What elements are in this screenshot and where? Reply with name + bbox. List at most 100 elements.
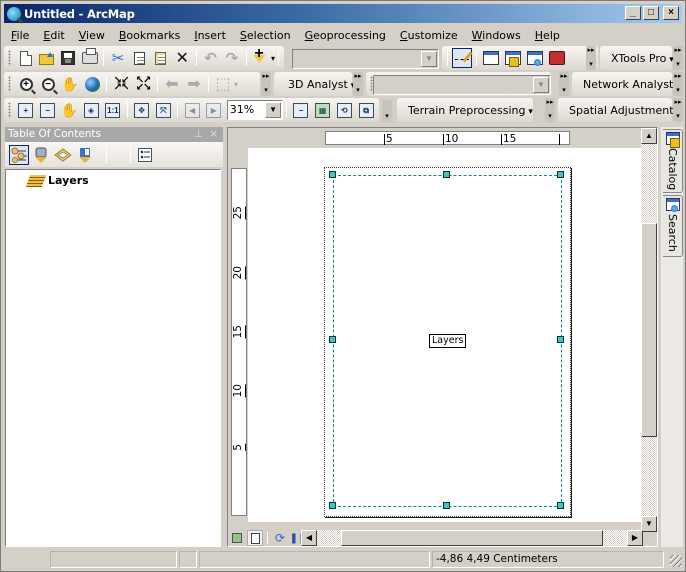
toolbar-overflow-chevron[interactable]: ▸▸ ▾ <box>261 72 271 96</box>
vertical-scrollbar[interactable]: ▲ ▼ <box>641 128 657 532</box>
close-button[interactable]: × <box>663 6 679 20</box>
menu-geoprocessing[interactable]: Geoprocessing <box>298 29 393 42</box>
fixed-zoom-in-layout-icon[interactable]: ✥ <box>132 100 152 120</box>
layers-data-frame-item[interactable]: Layers <box>25 174 89 187</box>
xtools-pro-menu[interactable]: XTools Pro <box>608 52 677 65</box>
resize-handle-e[interactable] <box>557 336 564 343</box>
resize-handle-w[interactable] <box>329 336 336 343</box>
menu-edit[interactable]: Edit <box>36 29 71 42</box>
toolbar-overflow-chevron[interactable]: ▸▸ ▾ <box>673 46 683 70</box>
vertical-scroll-thumb[interactable] <box>641 223 657 437</box>
toolbar-overflow-chevron[interactable]: ▸▸ ▾ <box>586 46 596 70</box>
pan-hand-icon[interactable]: ✋ <box>60 74 80 94</box>
arctoolbox-icon[interactable] <box>547 48 567 68</box>
pin-icon[interactable]: ⊥ <box>194 127 203 142</box>
close-icon[interactable]: × <box>209 127 218 142</box>
catalog-window-icon[interactable] <box>503 48 523 68</box>
network-analyst-menu[interactable]: Network Analyst <box>580 78 684 91</box>
scroll-right-button[interactable]: ▶ <box>627 530 643 546</box>
toolbar-grip[interactable] <box>8 50 11 66</box>
previous-extent-icon[interactable]: ◀ <box>182 100 202 120</box>
minimize-button[interactable]: _ <box>625 6 641 20</box>
add-data-icon[interactable] <box>251 45 270 68</box>
chevron-down-icon[interactable]: ▼ <box>421 51 437 67</box>
data-frame[interactable]: Layers <box>324 167 571 517</box>
horizontal-scrollbar[interactable]: ◀ ▶ <box>301 530 643 546</box>
paste-icon[interactable] <box>151 48 170 68</box>
list-by-visibility-icon[interactable] <box>53 145 73 165</box>
3d-analyst-menu[interactable]: 3D Analyst <box>276 78 358 91</box>
forward-arrow-icon[interactable]: ➡ <box>184 74 204 94</box>
toolbar-overflow-chevron[interactable]: ▸▸ ▾ <box>353 72 363 96</box>
resize-handle-ne[interactable] <box>557 171 564 178</box>
layout-pan-icon[interactable]: ✋ <box>59 100 79 120</box>
print-icon[interactable] <box>80 48 99 68</box>
change-layout-icon[interactable]: ⟲ <box>335 100 355 120</box>
data-view-button[interactable] <box>229 530 245 546</box>
catalog-tab[interactable]: Catalog <box>663 129 683 193</box>
new-document-icon[interactable] <box>16 48 35 68</box>
toolbar-overflow-chevron[interactable]: ▾ <box>382 100 392 122</box>
horizontal-scroll-thumb[interactable] <box>341 530 603 546</box>
add-data-dropdown-arrow[interactable]: ▾ <box>271 54 275 63</box>
list-by-selection-icon[interactable] <box>75 145 95 165</box>
menu-windows[interactable]: Windows <box>465 29 528 42</box>
fixed-zoom-out-layout-icon[interactable]: ⤧ <box>153 100 173 120</box>
map-scale-combo[interactable]: ▼ <box>292 49 439 69</box>
zoom-in-icon[interactable]: + <box>16 74 36 94</box>
menu-insert[interactable]: Insert <box>187 29 233 42</box>
layout-page[interactable]: Layers <box>248 148 642 522</box>
toolbar-overflow-chevron[interactable]: ▸▸ ▾ <box>673 72 683 96</box>
toolbar-grip[interactable] <box>8 102 11 118</box>
scroll-left-button[interactable]: ◀ <box>301 530 317 546</box>
select-dropdown-arrow[interactable]: ▾ <box>234 80 238 89</box>
list-by-source-icon[interactable] <box>31 145 51 165</box>
scroll-down-button[interactable]: ▼ <box>641 516 657 532</box>
menu-bookmarks[interactable]: Bookmarks <box>112 29 187 42</box>
resize-handle-s[interactable] <box>443 502 450 509</box>
toggle-draft-mode-icon[interactable]: − <box>291 100 311 120</box>
toolbar-overflow-chevron[interactable]: ▸▸ ▾ <box>559 72 569 96</box>
toc-options-icon[interactable] <box>135 145 155 165</box>
maximize-button[interactable]: □ <box>643 6 659 20</box>
resize-handle-nw[interactable] <box>329 171 336 178</box>
save-icon[interactable] <box>59 48 78 68</box>
layout-zoom-in-icon[interactable]: + <box>16 100 36 120</box>
chevron-down-icon[interactable]: ▼ <box>265 102 282 118</box>
menu-help[interactable]: Help <box>528 29 567 42</box>
layout-view-button[interactable] <box>247 530 263 546</box>
delete-icon[interactable]: ✕ <box>173 48 192 68</box>
toolbar-grip[interactable] <box>8 76 11 92</box>
menu-file[interactable]: File <box>4 29 36 42</box>
spatial-adjustment-menu[interactable]: Spatial Adjustment <box>566 104 684 117</box>
select-features-icon[interactable]: ⬚ <box>213 74 233 94</box>
scroll-up-button[interactable]: ▲ <box>641 128 657 144</box>
open-folder-icon[interactable] <box>37 48 56 68</box>
menu-selection[interactable]: Selection <box>233 29 298 42</box>
zoom-100-percent-icon[interactable]: 1:1 <box>103 100 123 120</box>
terrain-preprocessing-menu[interactable]: Terrain Preprocessing <box>405 104 536 117</box>
back-arrow-icon[interactable]: ⬅ <box>162 74 182 94</box>
fixed-zoom-out-icon[interactable]: ↖↗ ↙↘ <box>133 74 153 94</box>
zoom-out-icon[interactable]: − <box>38 74 58 94</box>
next-extent-icon[interactable]: ▶ <box>204 100 224 120</box>
toolbar-overflow-chevron[interactable]: ▸▸ ▾ <box>673 98 683 122</box>
full-extent-globe-icon[interactable] <box>82 74 102 94</box>
cut-icon[interactable]: ✂ <box>108 48 127 68</box>
data-driven-pages-icon[interactable]: ⧉ <box>356 100 376 120</box>
table-of-contents-window-icon[interactable] <box>481 48 501 68</box>
3d-analyst-layer-combo[interactable]: ▼ <box>373 75 551 95</box>
resize-grip[interactable] <box>670 555 682 567</box>
menu-view[interactable]: View <box>72 29 112 42</box>
chevron-down-icon[interactable]: ▼ <box>533 77 549 93</box>
menu-customize[interactable]: Customize <box>393 29 465 42</box>
copy-icon[interactable] <box>130 48 149 68</box>
resize-handle-n[interactable] <box>443 171 450 178</box>
layout-zoom-out-icon[interactable]: − <box>38 100 58 120</box>
resize-handle-se[interactable] <box>557 502 564 509</box>
refresh-icon[interactable]: ⟳ <box>272 530 288 546</box>
focus-data-frame-icon[interactable]: ▦ <box>313 100 333 120</box>
zoom-whole-page-icon[interactable]: ◈ <box>81 100 101 120</box>
search-window-icon[interactable] <box>525 48 545 68</box>
redo-icon[interactable]: ↷ <box>222 48 241 68</box>
